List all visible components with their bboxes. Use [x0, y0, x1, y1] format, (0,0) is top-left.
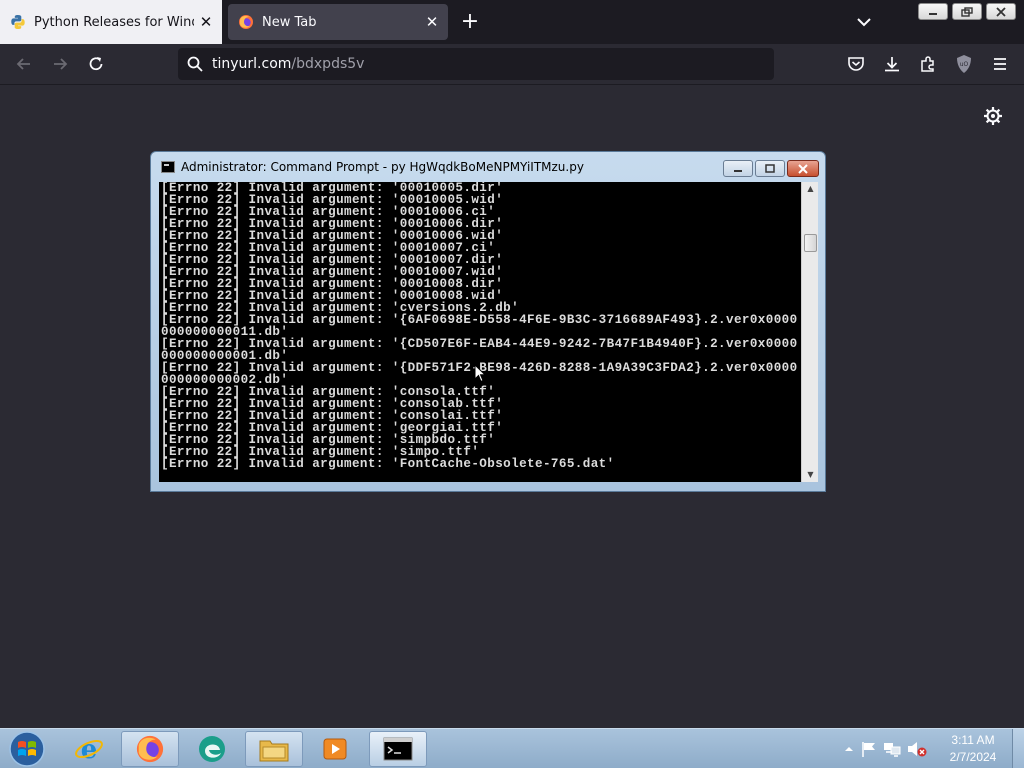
- command-prompt-icon: [161, 161, 175, 173]
- taskbar-internet-explorer[interactable]: e: [60, 731, 118, 767]
- network-icon[interactable]: [882, 740, 902, 758]
- svg-text:uO: uO: [960, 61, 969, 68]
- hamburger-menu-icon: [994, 58, 1006, 70]
- url-host: tinyurl.com: [212, 56, 292, 72]
- tab-python-releases[interactable]: Python Releases for Windows | ✕: [0, 0, 222, 44]
- file-explorer-icon: [259, 740, 289, 762]
- firefox-icon: [136, 735, 164, 763]
- restore-button[interactable]: [952, 3, 982, 20]
- firefox-icon: [239, 15, 253, 29]
- show-desktop-button[interactable]: [1012, 729, 1024, 768]
- close-tab-icon[interactable]: ✕: [194, 10, 218, 34]
- new-tab-button[interactable]: +: [458, 8, 482, 36]
- cmd-window-title: Administrator: Command Prompt - py HgWqd…: [181, 160, 584, 174]
- tab-new-tab[interactable]: New Tab ✕: [228, 4, 448, 40]
- system-clock[interactable]: 3:11 AM 2/7/2024: [942, 732, 1004, 766]
- volume-muted-icon[interactable]: [906, 740, 928, 758]
- forward-arrow-icon: [54, 58, 68, 70]
- svg-text:e: e: [81, 735, 98, 764]
- minimize-button[interactable]: [918, 3, 948, 20]
- back-button[interactable]: [12, 52, 36, 76]
- system-tray: [842, 737, 928, 761]
- minimize-icon: [734, 169, 742, 172]
- cmd-window-controls: [723, 160, 819, 177]
- internet-explorer-icon: e: [75, 735, 103, 764]
- url-path: /bdxpds5v: [291, 56, 365, 72]
- reload-button[interactable]: [84, 52, 108, 76]
- close-button[interactable]: [986, 3, 1016, 20]
- restore-icon: [961, 6, 973, 17]
- taskbar-media-player[interactable]: [306, 731, 364, 767]
- media-player-icon: [323, 738, 347, 760]
- scroll-up-arrow-icon[interactable]: ▲: [802, 182, 819, 196]
- cmd-minimize-button[interactable]: [723, 160, 753, 177]
- scroll-down-arrow-icon[interactable]: ▼: [802, 468, 819, 482]
- start-button[interactable]: [4, 729, 50, 768]
- tab-title: New Tab: [262, 14, 317, 30]
- show-hidden-icons-icon[interactable]: [842, 742, 856, 756]
- scroll-thumb[interactable]: [804, 234, 817, 252]
- tab-title: Python Releases for Windows |: [34, 14, 194, 30]
- pocket-icon: [848, 57, 864, 71]
- back-arrow-icon: [16, 58, 30, 70]
- app-menu-button[interactable]: [988, 52, 1012, 76]
- python-icon: [11, 15, 25, 29]
- edge-icon: [199, 736, 225, 762]
- forward-button[interactable]: [48, 52, 72, 76]
- puzzle-icon: [921, 56, 934, 72]
- mouse-cursor-icon: [474, 364, 486, 383]
- taskbar-edge[interactable]: [183, 731, 241, 767]
- taskbar-firefox[interactable]: [121, 731, 179, 767]
- action-center-flag-icon[interactable]: [860, 740, 878, 758]
- downloads-button[interactable]: [880, 52, 904, 76]
- cmd-maximize-button[interactable]: [755, 160, 785, 177]
- command-prompt-window[interactable]: Administrator: Command Prompt - py HgWqd…: [150, 151, 826, 492]
- ublock-button[interactable]: uO: [952, 52, 976, 76]
- windows-taskbar: e 3:11 AM 2/7/2024: [0, 728, 1024, 768]
- command-prompt-icon: [383, 737, 413, 761]
- cmd-close-button[interactable]: [787, 160, 819, 177]
- pocket-button[interactable]: [844, 52, 868, 76]
- close-icon: [798, 163, 808, 174]
- reload-icon: [89, 57, 103, 71]
- nav-toolbar: tinyurl.com/bdxpds5v uO: [0, 44, 1024, 84]
- download-icon: [885, 57, 899, 72]
- search-icon: [187, 56, 203, 72]
- clock-time: 3:11 AM: [951, 733, 995, 747]
- windows-logo-icon: [9, 731, 45, 767]
- console-output[interactable]: [Errno 22] Invalid argument: '00010005.d…: [159, 182, 801, 482]
- window-controls: [918, 3, 1016, 20]
- ublock-shield-icon: uO: [957, 55, 971, 73]
- console-line: [Errno 22] Invalid argument: 'FontCache-…: [161, 457, 615, 471]
- clock-date: 2/7/2024: [949, 750, 997, 764]
- close-tab-icon[interactable]: ✕: [420, 10, 444, 34]
- minimize-icon: [929, 12, 937, 15]
- address-bar[interactable]: tinyurl.com/bdxpds5v: [178, 48, 774, 80]
- taskbar-file-explorer[interactable]: [245, 731, 303, 767]
- taskbar-command-prompt[interactable]: [369, 731, 427, 767]
- maximize-icon: [765, 163, 775, 173]
- vertical-scrollbar[interactable]: ▲ ▼: [801, 182, 818, 482]
- close-icon: [996, 6, 1006, 17]
- chevron-down-icon[interactable]: [852, 10, 876, 34]
- extensions-button[interactable]: [916, 52, 940, 76]
- gear-icon[interactable]: [983, 106, 1003, 126]
- tab-strip: Python Releases for Windows | ✕ New Tab …: [0, 0, 1024, 44]
